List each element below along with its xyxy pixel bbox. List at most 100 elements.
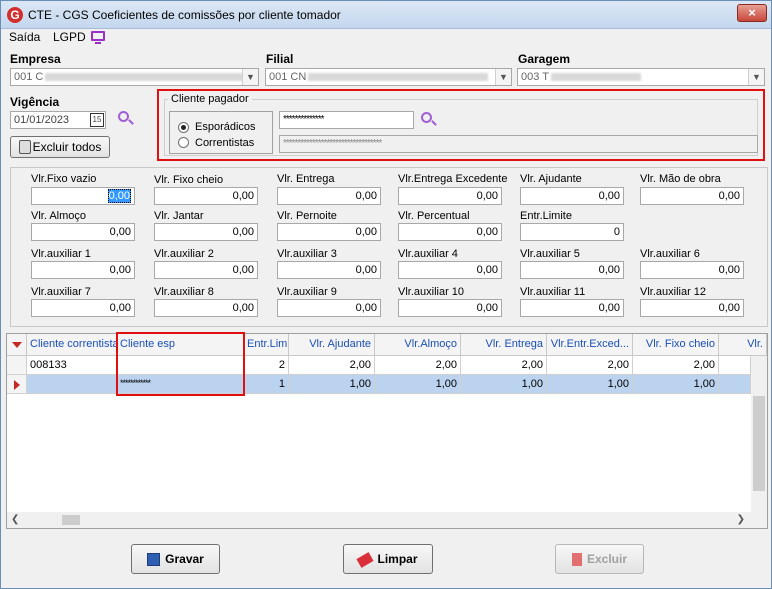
col-vlr-ajudante[interactable]: Vlr. Ajudante — [289, 334, 375, 356]
col-vlr-fixo-cheio[interactable]: Vlr. Fixo cheio — [633, 334, 719, 356]
highlight-box-cliente-esp — [116, 332, 245, 396]
col-vlr-entr-exced[interactable]: Vlr.Entr.Exced... — [547, 334, 633, 356]
chevron-down-icon[interactable]: ▼ — [495, 69, 511, 85]
aux8-label: Vlr.auxiliar 8 — [154, 286, 214, 298]
calendar-icon[interactable]: 15 — [90, 113, 104, 127]
vlr-fixo-cheio-label: Vlr. Fixo cheio — [154, 174, 224, 186]
aux4-input[interactable]: 0,00 — [398, 261, 502, 279]
cliente-name-field: ********************************** — [279, 135, 758, 153]
vlr-pernoite-input[interactable]: 0,00 — [277, 223, 381, 241]
vlr-entrega-excedente-input[interactable]: 0,00 — [398, 187, 502, 205]
title-bar: G CTE - CGS Coeficientes de comissões po… — [1, 1, 771, 29]
vigencia-label: Vigência — [10, 95, 60, 109]
scroll-left-icon[interactable]: ❮ — [11, 514, 19, 525]
window-title: CTE - CGS Coeficientes de comissões por … — [28, 8, 341, 22]
aux12-input[interactable]: 0,00 — [640, 299, 744, 317]
entr-limite-label: Entr.Limite — [520, 210, 572, 222]
vlr-ajudante-input[interactable]: 0,00 — [520, 187, 624, 205]
monitor-icon[interactable] — [91, 31, 105, 44]
vlr-mao-obra-input[interactable]: 0,00 — [640, 187, 744, 205]
vlr-fixo-vazio-input[interactable]: 0,00 — [31, 187, 135, 205]
col-entr-lim[interactable]: Entr.Lim — [244, 334, 289, 356]
aux10-input[interactable]: 0,00 — [398, 299, 502, 317]
limpar-button[interactable]: Limpar — [343, 544, 433, 574]
excluir-button[interactable]: Excluir — [555, 544, 644, 574]
gravar-button[interactable]: Gravar — [131, 544, 220, 574]
cell-vlr-entrega[interactable]: 1,00 — [461, 375, 547, 394]
cell-vlr-fixo-cheio[interactable]: 1,00 — [633, 375, 719, 394]
radio-esporadicos[interactable] — [178, 122, 189, 133]
cliente-code-input[interactable]: ************** — [279, 111, 414, 129]
search-icon[interactable] — [118, 111, 134, 127]
aux4-label: Vlr.auxiliar 4 — [398, 248, 458, 260]
aux1-input[interactable]: 0,00 — [31, 261, 135, 279]
vigencia-value: 01/01/2023 — [14, 114, 70, 126]
search-icon[interactable] — [421, 112, 437, 128]
aux9-input[interactable]: 0,00 — [277, 299, 381, 317]
vlr-jantar-input[interactable]: 0,00 — [154, 223, 258, 241]
col-vlr-entrega[interactable]: Vlr. Entrega — [461, 334, 547, 356]
cell-vlr-almoco[interactable]: 2,00 — [375, 356, 461, 375]
garagem-value: 003 T — [521, 71, 549, 83]
cell-vlr-more[interactable] — [719, 356, 751, 375]
vlr-pernoite-label: Vlr. Pernoite — [277, 210, 337, 222]
cell-cliente-correntista[interactable] — [27, 375, 117, 394]
row-indicator[interactable] — [7, 356, 27, 375]
close-button[interactable]: × — [737, 4, 767, 22]
horizontal-scroll-thumb[interactable] — [62, 515, 80, 525]
menu-lgpd[interactable]: LGPD — [53, 30, 86, 44]
trash-icon — [19, 140, 31, 154]
grid-corner[interactable] — [7, 334, 27, 356]
vlr-fixo-vazio-value: 0,00 — [107, 189, 131, 203]
excluir-todos-button[interactable]: Excluir todos — [10, 136, 110, 158]
row-indicator[interactable] — [7, 375, 27, 394]
cell-entr-lim[interactable]: 2 — [244, 356, 289, 375]
aux3-input[interactable]: 0,00 — [277, 261, 381, 279]
vlr-ajudante-label: Vlr. Ajudante — [520, 173, 582, 185]
col-cliente-correntista[interactable]: Cliente correntista — [27, 334, 117, 356]
aux6-input[interactable]: 0,00 — [640, 261, 744, 279]
radio-esporadicos-label: Esporádicos — [195, 121, 256, 133]
cell-vlr-entrega[interactable]: 2,00 — [461, 356, 547, 375]
aux8-input[interactable]: 0,00 — [154, 299, 258, 317]
vlr-entrega-input[interactable]: 0,00 — [277, 187, 381, 205]
chevron-down-icon[interactable]: ▼ — [242, 69, 258, 85]
vlr-percentual-input[interactable]: 0,00 — [398, 223, 502, 241]
vertical-scroll-thumb[interactable] — [753, 396, 765, 491]
cell-vlr-fixo-cheio[interactable]: 2,00 — [633, 356, 719, 375]
empresa-select[interactable]: 001 C ▼ — [10, 68, 259, 86]
aux11-input[interactable]: 0,00 — [520, 299, 624, 317]
filial-select[interactable]: 001 CN ▼ — [265, 68, 512, 86]
vlr-entrega-excedente-label: Vlr.Entrega Excedente — [398, 173, 508, 185]
aux2-input[interactable]: 0,00 — [154, 261, 258, 279]
entr-limite-input[interactable]: 0 — [520, 223, 624, 241]
aux2-label: Vlr.auxiliar 2 — [154, 248, 214, 260]
aux5-input[interactable]: 0,00 — [520, 261, 624, 279]
aux6-label: Vlr.auxiliar 6 — [640, 248, 700, 260]
garagem-select[interactable]: 003 T ▼ — [517, 68, 765, 86]
vlr-fixo-vazio-label: Vlr.Fixo vazio — [31, 173, 97, 185]
chevron-down-icon[interactable]: ▼ — [748, 69, 764, 85]
cell-vlr-entr-exced[interactable]: 1,00 — [547, 375, 633, 394]
vlr-almoco-input[interactable]: 0,00 — [31, 223, 135, 241]
save-disk-icon — [147, 553, 161, 567]
grid-vertical-scrollbar[interactable] — [751, 356, 767, 518]
col-vlr-almoco[interactable]: Vlr.Almoço — [375, 334, 461, 356]
vigencia-date-input[interactable]: 01/01/2023 15 — [10, 111, 106, 129]
radio-correntistas[interactable] — [178, 137, 189, 148]
scroll-right-icon[interactable]: ❯ — [737, 514, 745, 525]
menu-saida[interactable]: Saída — [9, 30, 40, 44]
cell-vlr-ajudante[interactable]: 2,00 — [289, 356, 375, 375]
cell-vlr-almoco[interactable]: 1,00 — [375, 375, 461, 394]
cell-entr-lim[interactable]: 1 — [244, 375, 289, 394]
vlr-percentual-label: Vlr. Percentual — [398, 210, 470, 222]
aux7-input[interactable]: 0,00 — [31, 299, 135, 317]
cell-vlr-entr-exced[interactable]: 2,00 — [547, 356, 633, 375]
vlr-mao-obra-label: Vlr. Mão de obra — [640, 173, 721, 185]
col-vlr-more[interactable]: Vlr. — [719, 334, 767, 356]
cell-cliente-correntista[interactable]: 008133 — [27, 356, 117, 375]
cell-vlr-ajudante[interactable]: 1,00 — [289, 375, 375, 394]
grid-horizontal-scrollbar[interactable]: ❮ ❯ — [7, 512, 767, 528]
vlr-fixo-cheio-input[interactable]: 0,00 — [154, 187, 258, 205]
cell-vlr-more[interactable] — [719, 375, 751, 394]
